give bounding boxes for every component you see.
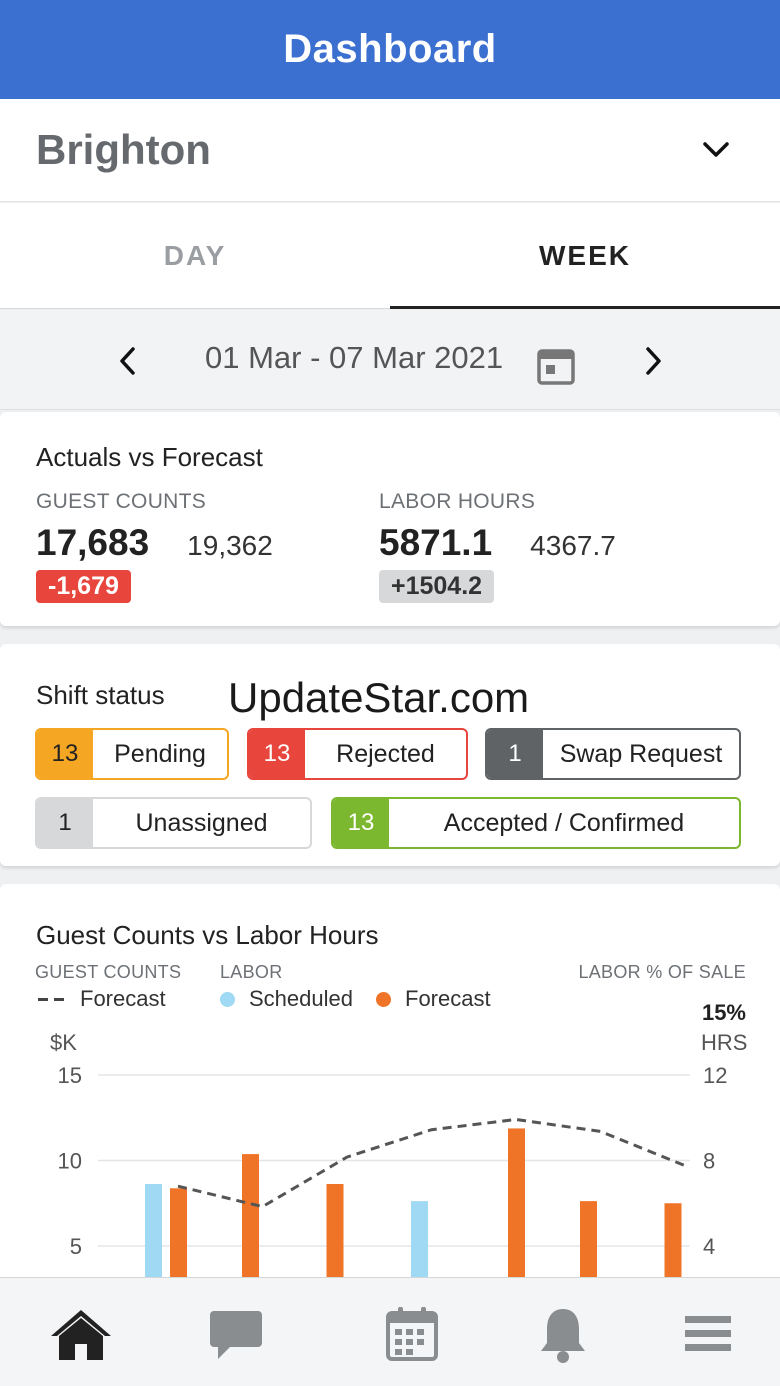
- guest-counts-metric: GUEST COUNTS 17,683 19,362 -1,679: [36, 490, 273, 603]
- scheduled-bar: [411, 1201, 428, 1277]
- pill-count: 13: [37, 730, 93, 778]
- calendar-icon[interactable]: [380, 1304, 444, 1364]
- dot-icon: [376, 991, 391, 1007]
- legend-forecast-bar: Forecast: [376, 986, 491, 1012]
- card-title: Actuals vs Forecast: [36, 442, 263, 472]
- left-tick-label: 5: [70, 1234, 82, 1259]
- legend-labor-header: LABOR: [220, 962, 283, 982]
- right-tick-label: 8: [703, 1149, 715, 1174]
- shift-pill-accepted-confirmed[interactable]: 13 Accepted / Confirmed: [331, 797, 741, 849]
- shift-pill-unassigned[interactable]: 1 Unassigned: [35, 797, 312, 849]
- metric-forecast: 19,362: [187, 530, 273, 561]
- watermark: UpdateStar.com: [228, 674, 530, 721]
- metric-diff-badge: +1504.2: [379, 570, 495, 603]
- legend-label: Scheduled: [249, 986, 353, 1011]
- pill-label: Pending: [114, 739, 206, 768]
- right-tick-label: 12: [703, 1063, 727, 1088]
- bottom-nav: [0, 1277, 780, 1386]
- tab-day[interactable]: DAY: [0, 203, 390, 308]
- calendar-picker-icon[interactable]: [537, 347, 575, 390]
- pill-count: 1: [487, 730, 543, 778]
- actuals-vs-forecast-card: Actuals vs Forecast GUEST COUNTS 17,683 …: [0, 412, 780, 626]
- chevron-right-icon[interactable]: [638, 344, 668, 378]
- legend-scheduled: Scheduled: [220, 986, 353, 1012]
- location-selector[interactable]: Brighton: [0, 99, 780, 202]
- legend-guest-counts-header: GUEST COUNTS: [35, 962, 182, 982]
- left-tick-label: 15: [58, 1063, 82, 1088]
- legend-label: Forecast: [405, 986, 491, 1011]
- legend-label: Forecast: [80, 986, 166, 1011]
- card-title: Guest Counts vs Labor Hours: [36, 920, 379, 950]
- period-tabs: DAY WEEK: [0, 203, 780, 309]
- page-title: Dashboard: [283, 27, 497, 71]
- legend-labor-pct-header: LABOR % OF SALE: [578, 962, 746, 982]
- pill-label: Unassigned: [135, 808, 268, 837]
- app-bar: Dashboard: [0, 0, 780, 99]
- chevron-down-icon[interactable]: [702, 136, 730, 164]
- dot-icon: [220, 991, 235, 1007]
- shift-status-card: Shift status UpdateStar.com 13 Pending 1…: [0, 644, 780, 866]
- shift-pill-pending[interactable]: 13 Pending: [35, 728, 229, 780]
- chevron-left-icon[interactable]: [113, 344, 143, 378]
- metric-actual: 17,683: [36, 522, 150, 563]
- forecast-bar: [580, 1201, 597, 1277]
- forecast-bar: [508, 1128, 525, 1277]
- location-name: Brighton: [36, 126, 211, 173]
- menu-icon[interactable]: [676, 1304, 740, 1364]
- shift-pill-swap-request[interactable]: 1 Swap Request: [485, 728, 741, 780]
- pill-count: 13: [249, 730, 305, 778]
- message-icon[interactable]: [204, 1304, 268, 1364]
- date-range-text[interactable]: 01 Mar - 07 Mar 2021: [205, 340, 503, 376]
- card-title: Shift status: [36, 680, 165, 710]
- forecast-bar: [170, 1188, 187, 1277]
- scheduled-bar: [145, 1184, 162, 1277]
- forecast-bar: [242, 1154, 259, 1277]
- pill-count: 1: [37, 799, 93, 847]
- forecast-bar: [326, 1184, 344, 1277]
- bell-icon[interactable]: [531, 1304, 595, 1364]
- metric-label: GUEST COUNTS: [36, 490, 207, 513]
- date-navigator: 01 Mar - 07 Mar 2021: [0, 310, 780, 410]
- left-tick-label: 10: [58, 1149, 82, 1174]
- forecast-bar: [664, 1203, 682, 1277]
- metric-forecast: 4367.7: [530, 530, 616, 561]
- shift-pill-rejected[interactable]: 13 Rejected: [247, 728, 468, 780]
- guest-labor-chart: 15 10 5 12 8 4: [58, 1063, 727, 1277]
- pill-label: Swap Request: [559, 739, 723, 768]
- labor-hours-metric: LABOR HOURS 5871.1 4367.7 +1504.2: [379, 490, 616, 603]
- dashed-line-icon: [38, 997, 68, 1001]
- tab-week[interactable]: WEEK: [390, 203, 780, 309]
- right-tick-label: 4: [703, 1234, 715, 1259]
- metric-diff-badge: -1,679: [36, 570, 131, 603]
- pill-label: Rejected: [336, 739, 435, 768]
- labor-pct-value: 15%: [701, 1000, 746, 1025]
- pill-count: 13: [333, 799, 389, 847]
- metric-label: LABOR HOURS: [379, 490, 536, 513]
- pill-label: Accepted / Confirmed: [443, 808, 685, 837]
- metric-actual: 5871.1: [379, 522, 493, 563]
- home-icon[interactable]: [49, 1304, 113, 1364]
- legend-forecast-line: Forecast: [38, 986, 166, 1012]
